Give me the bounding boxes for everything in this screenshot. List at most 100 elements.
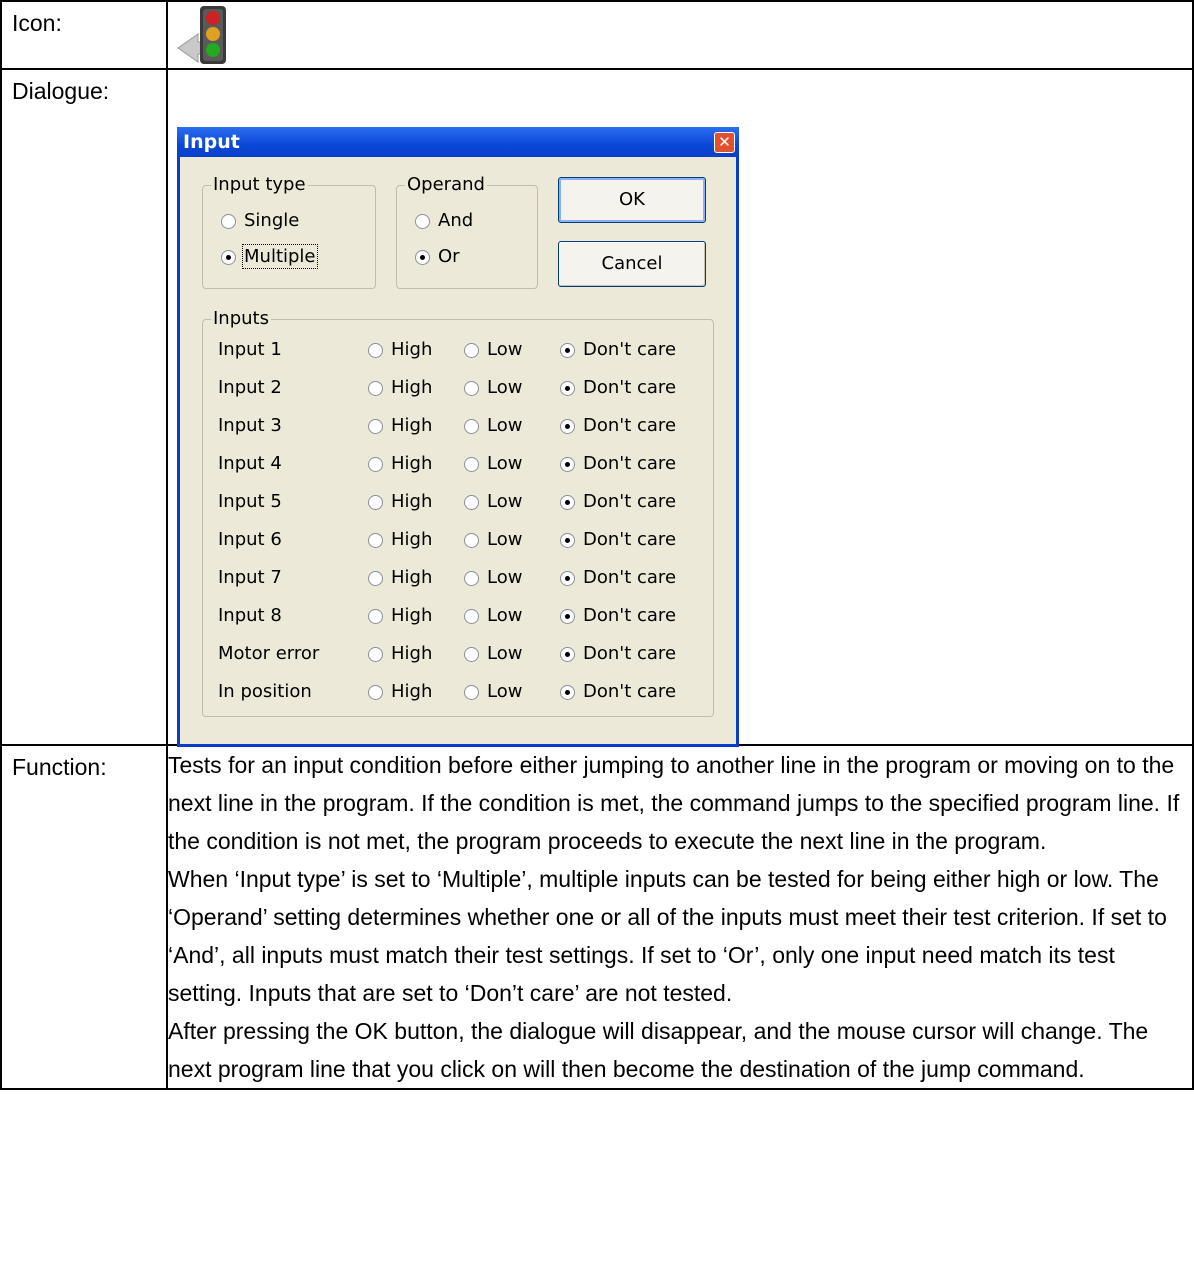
radio-button[interactable] [464,608,479,624]
radio-label: Don't care [583,567,677,588]
input-row: Input 4 High Low Don't care [218,453,698,475]
dont-care-radio[interactable]: Don't care [560,681,676,703]
ok-button[interactable]: OK [558,177,706,223]
radio-button[interactable] [368,532,383,548]
radio-button[interactable] [560,608,575,624]
low-radio[interactable]: Low [464,453,522,475]
radio-button[interactable] [560,646,575,662]
dont-care-radio[interactable]: Don't care [560,529,676,551]
low-radio[interactable]: Low [464,681,522,703]
low-radio[interactable]: Low [464,415,522,437]
traffic-light-jump-icon [176,4,240,68]
high-radio[interactable]: High [368,339,432,361]
radio-button[interactable] [221,213,236,229]
dont-care-radio[interactable]: Don't care [560,567,676,589]
operand-or-radio[interactable]: Or [415,246,460,268]
dont-care-radio[interactable]: Don't care [560,415,676,437]
radio-button[interactable] [464,570,479,586]
radio-button[interactable] [560,494,575,510]
dialog-titlebar[interactable]: Input ✕ [177,127,739,157]
radio-button[interactable] [464,380,479,396]
radio-button[interactable] [368,494,383,510]
dont-care-radio[interactable]: Don't care [560,377,676,399]
radio-button[interactable] [464,342,479,358]
dont-care-radio[interactable]: Don't care [560,605,676,627]
high-radio[interactable]: High [368,643,432,665]
radio-button[interactable] [368,342,383,358]
radio-button[interactable] [464,646,479,662]
radio-label: Low [487,377,523,398]
input-row: In position High Low Don't care [218,681,698,703]
function-paragraph: Tests for an input condition before eith… [168,752,1180,854]
radio-label: Low [487,415,523,436]
radio-button[interactable] [464,532,479,548]
cancel-button[interactable]: Cancel [558,241,706,287]
icon-row: Icon: [0,0,1194,70]
input-row: Input 3 High Low Don't care [218,415,698,437]
operand-group: Operand And Or [396,174,538,289]
close-icon[interactable]: ✕ [714,132,735,153]
radio-button[interactable] [560,342,575,358]
radio-button[interactable] [464,494,479,510]
dont-care-radio[interactable]: Don't care [560,339,676,361]
input-label: Input 2 [218,377,282,398]
radio-label: High [391,643,433,664]
high-radio[interactable]: High [368,415,432,437]
high-radio[interactable]: High [368,453,432,475]
radio-button[interactable] [560,380,575,396]
radio-button[interactable] [464,684,479,700]
input-label: Motor error [218,643,320,664]
radio-button[interactable] [368,608,383,624]
low-radio[interactable]: Low [464,605,522,627]
radio-button[interactable] [415,213,430,229]
low-radio[interactable]: Low [464,529,522,551]
radio-button[interactable] [464,418,479,434]
radio-label: Don't care [583,681,677,702]
radio-button[interactable] [560,418,575,434]
high-radio[interactable]: High [368,377,432,399]
input-row: Motor error High Low Don't care [218,643,698,665]
radio-label: High [391,529,433,550]
radio-button[interactable] [368,418,383,434]
radio-button[interactable] [368,456,383,472]
operand-and-radio[interactable]: And [415,210,473,232]
radio-button[interactable] [221,249,236,265]
low-radio[interactable]: Low [464,643,522,665]
high-radio[interactable]: High [368,681,432,703]
radio-label: Low [487,567,523,588]
input-type-single-radio[interactable]: Single [221,210,299,232]
radio-button[interactable] [368,380,383,396]
radio-label: Multiple [242,244,318,269]
low-radio[interactable]: Low [464,491,522,513]
low-radio[interactable]: Low [464,567,522,589]
radio-button[interactable] [415,249,430,265]
input-type-multiple-radio[interactable]: Multiple [221,244,318,269]
input-label: Input 1 [218,339,282,360]
high-radio[interactable]: High [368,491,432,513]
input-type-group: Input type Single Multiple [202,174,376,289]
input-label: Input 8 [218,605,282,626]
low-radio[interactable]: Low [464,339,522,361]
radio-button[interactable] [368,684,383,700]
radio-button[interactable] [560,684,575,700]
high-radio[interactable]: High [368,605,432,627]
icon-cell [166,0,1194,70]
radio-button[interactable] [368,646,383,662]
radio-button[interactable] [368,570,383,586]
low-radio[interactable]: Low [464,377,522,399]
radio-button[interactable] [560,570,575,586]
high-radio[interactable]: High [368,529,432,551]
radio-button[interactable] [560,532,575,548]
dont-care-radio[interactable]: Don't care [560,453,676,475]
radio-label: High [391,415,433,436]
high-radio[interactable]: High [368,567,432,589]
input-label: Input 3 [218,415,282,436]
radio-label: High [391,453,433,474]
input-dialog: Input ✕ Input type Single Multiple Opera… [177,127,739,747]
radio-button[interactable] [464,456,479,472]
radio-label: Don't care [583,529,677,550]
dont-care-radio[interactable]: Don't care [560,491,676,513]
input-row: Input 8 High Low Don't care [218,605,698,627]
radio-button[interactable] [560,456,575,472]
dont-care-radio[interactable]: Don't care [560,643,676,665]
